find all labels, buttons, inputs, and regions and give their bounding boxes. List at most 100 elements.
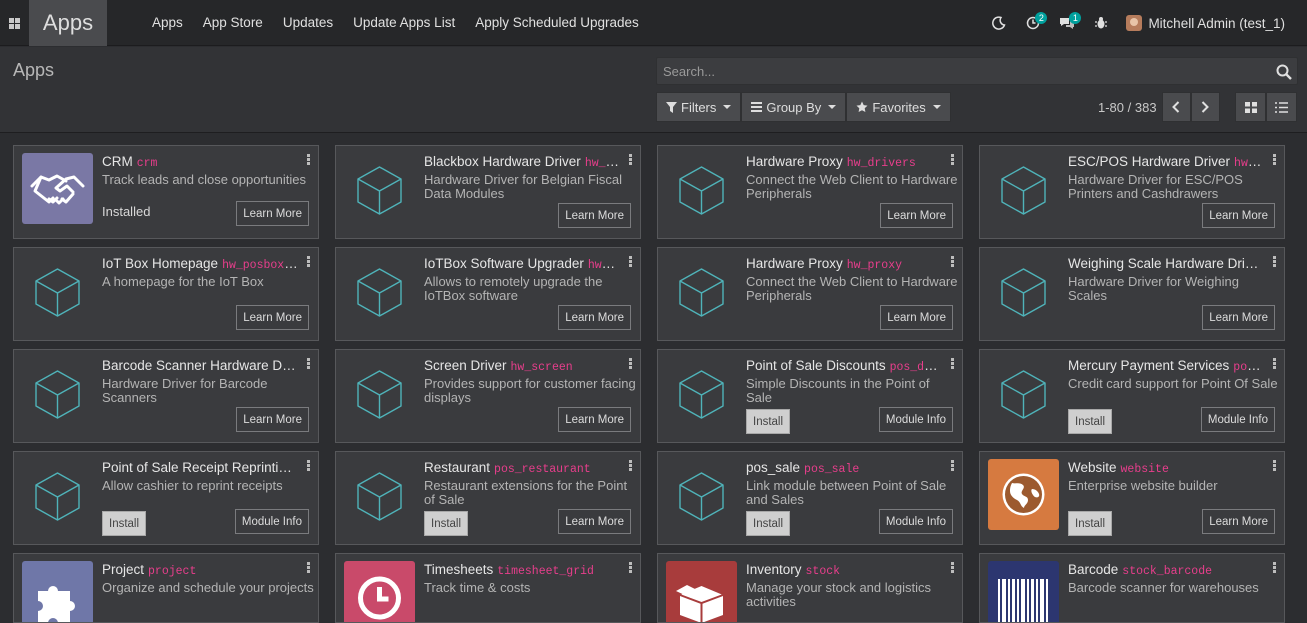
install-button[interactable]: Install bbox=[1068, 409, 1113, 434]
kebab-menu-icon[interactable] bbox=[629, 460, 632, 472]
app-card[interactable]: Point of Sale Discountspos_discount Simp… bbox=[657, 349, 963, 443]
menu-item-updates[interactable]: Updates bbox=[273, 0, 343, 46]
app-card[interactable]: Screen Driver hw_screen Provides support … bbox=[335, 349, 641, 443]
app-card[interactable]: CRM crm Track leads and close opportuniti… bbox=[13, 145, 319, 239]
app-card[interactable]: ESC/POS Hardware Driverhw_escpos Hardwar… bbox=[979, 145, 1285, 239]
pager-previous-button[interactable] bbox=[1161, 92, 1191, 122]
group-by-button[interactable]: Group By bbox=[741, 92, 847, 122]
learn-more-button[interactable]: Learn More bbox=[558, 203, 631, 228]
search-options: Filters Group By Favorites bbox=[656, 92, 951, 122]
kebab-menu-icon[interactable] bbox=[951, 358, 954, 370]
app-card[interactable]: pos_sale pos_sale Link module between Poi… bbox=[657, 451, 963, 545]
kebab-menu-icon[interactable] bbox=[1273, 460, 1276, 472]
app-card[interactable]: Hardware Proxy hw_proxy Connect the Web C… bbox=[657, 247, 963, 341]
app-card[interactable]: IoTBox Software Upgraderhw_posbox_upgrad… bbox=[335, 247, 641, 341]
app-name: CRM bbox=[102, 154, 133, 169]
learn-more-button[interactable]: Learn More bbox=[1202, 305, 1275, 330]
app-summary: Allows to remotely upgrade the IoTBox so… bbox=[424, 274, 603, 303]
module-info-button[interactable]: Module Info bbox=[1200, 407, 1275, 432]
app-card[interactable]: Timesheets timesheet_grid Track time & co… bbox=[335, 553, 641, 623]
chevron-left-icon bbox=[1172, 101, 1180, 113]
filters-button[interactable]: Filters bbox=[656, 92, 742, 122]
search-icon[interactable] bbox=[1276, 64, 1292, 80]
app-name: Barcode bbox=[1068, 562, 1119, 577]
kebab-menu-icon[interactable] bbox=[1273, 154, 1276, 166]
app-summary: Hardware Driver for Belgian Fiscal Data … bbox=[424, 172, 622, 201]
activity-menu[interactable]: 2 bbox=[1016, 0, 1050, 46]
favorites-button[interactable]: Favorites bbox=[846, 92, 951, 122]
module-info-button[interactable]: Module Info bbox=[878, 509, 953, 534]
learn-more-button[interactable]: Learn More bbox=[1202, 509, 1275, 534]
chevron-right-icon bbox=[1201, 101, 1209, 113]
list-view-button[interactable] bbox=[1266, 92, 1297, 122]
kebab-menu-icon[interactable] bbox=[1273, 256, 1276, 268]
home-menu-toggle[interactable] bbox=[0, 0, 28, 46]
kebab-menu-icon[interactable] bbox=[307, 358, 310, 370]
app-summary: Organize and schedule your projects bbox=[102, 580, 314, 595]
debug-menu[interactable] bbox=[1084, 0, 1118, 46]
kebab-menu-icon[interactable] bbox=[1273, 562, 1276, 574]
kebab-menu-icon[interactable] bbox=[629, 154, 632, 166]
install-button[interactable]: Install bbox=[1068, 511, 1113, 536]
app-title: ESC/POS Hardware Driverhw_escpos bbox=[1068, 154, 1264, 170]
kebab-menu-icon[interactable] bbox=[951, 460, 954, 472]
app-card[interactable]: Point of Sale Receipt Reprintingpos_repr… bbox=[13, 451, 319, 545]
menu-item-update-apps-list[interactable]: Update Apps List bbox=[343, 0, 465, 46]
kebab-menu-icon[interactable] bbox=[307, 154, 310, 166]
kebab-menu-icon[interactable] bbox=[951, 562, 954, 574]
kanban-grid-icon bbox=[1244, 101, 1257, 113]
kebab-menu-icon[interactable] bbox=[307, 562, 310, 574]
learn-more-button[interactable]: Learn More bbox=[1202, 203, 1275, 228]
kebab-menu-icon[interactable] bbox=[951, 154, 954, 166]
learn-more-button[interactable]: Learn More bbox=[236, 305, 309, 330]
menu-item-apply-scheduled-upgrades[interactable]: Apply Scheduled Upgrades bbox=[465, 0, 649, 46]
install-button[interactable]: Install bbox=[424, 511, 469, 536]
app-card[interactable]: Mercury Payment Servicespos_mercury Cred… bbox=[979, 349, 1285, 443]
kebab-menu-icon[interactable] bbox=[951, 256, 954, 268]
menu-item-apps[interactable]: Apps bbox=[142, 0, 193, 46]
app-title: Hardware Proxy hw_proxy bbox=[746, 256, 942, 272]
menu-item-app-store[interactable]: App Store bbox=[193, 0, 273, 46]
app-card[interactable]: Blackbox Hardware Driverhw_blackbox_be H… bbox=[335, 145, 641, 239]
kebab-menu-icon[interactable] bbox=[629, 358, 632, 370]
module-info-button[interactable]: Module Info bbox=[234, 509, 309, 534]
learn-more-button[interactable]: Learn More bbox=[236, 201, 309, 226]
search-input[interactable] bbox=[657, 58, 1297, 84]
app-card[interactable]: Hardware Proxy hw_drivers Connect the Web… bbox=[657, 145, 963, 239]
app-name: IoT Box Homepage bbox=[102, 256, 219, 271]
app-card[interactable]: IoT Box Homepagehw_posbox_homepage A hom… bbox=[13, 247, 319, 341]
install-button[interactable]: Install bbox=[102, 511, 147, 536]
kebab-menu-icon[interactable] bbox=[1273, 358, 1276, 370]
barcode-icon bbox=[988, 561, 1059, 622]
kebab-menu-icon[interactable] bbox=[629, 256, 632, 268]
app-card[interactable]: Weighing Scale Hardware Driverhw_scale H… bbox=[979, 247, 1285, 341]
pager-next-button[interactable] bbox=[1190, 92, 1220, 122]
dark-mode-toggle[interactable] bbox=[982, 0, 1016, 46]
install-button[interactable]: Install bbox=[746, 511, 791, 536]
learn-more-button[interactable]: Learn More bbox=[558, 407, 631, 432]
module-info-button[interactable]: Module Info bbox=[878, 407, 953, 432]
learn-more-button[interactable]: Learn More bbox=[880, 305, 953, 330]
pager-value[interactable]: 1-80 / 383 bbox=[1098, 100, 1157, 115]
app-card[interactable]: Website website Enterprise website builde… bbox=[979, 451, 1285, 545]
user-menu[interactable]: Mitchell Admin (test_1) bbox=[1118, 15, 1307, 31]
learn-more-button[interactable]: Learn More bbox=[236, 407, 309, 432]
discuss-menu[interactable]: 1 bbox=[1050, 0, 1084, 46]
module-cube-icon bbox=[666, 153, 737, 224]
kebab-menu-icon[interactable] bbox=[629, 562, 632, 574]
learn-more-button[interactable]: Learn More bbox=[558, 509, 631, 534]
learn-more-button[interactable]: Learn More bbox=[880, 203, 953, 228]
app-card[interactable]: Restaurant pos_restaurant Restaurant exte… bbox=[335, 451, 641, 545]
learn-more-button[interactable]: Learn More bbox=[558, 305, 631, 330]
kanban-view-button[interactable] bbox=[1235, 92, 1266, 122]
app-card[interactable]: Barcode Scanner Hardware Driverhw_scanne… bbox=[13, 349, 319, 443]
app-card[interactable]: Project project Organize and schedule you… bbox=[13, 553, 319, 623]
app-name: Blackbox Hardware Driver bbox=[424, 154, 581, 169]
app-card[interactable]: Barcode stock_barcode Barcode scanner for… bbox=[979, 553, 1285, 623]
kebab-menu-icon[interactable] bbox=[307, 256, 310, 268]
app-card[interactable]: Inventory stock Manage your stock and log… bbox=[657, 553, 963, 623]
module-cube-icon bbox=[22, 459, 93, 530]
app-brand[interactable]: Apps bbox=[29, 0, 107, 46]
kebab-menu-icon[interactable] bbox=[307, 460, 310, 472]
install-button[interactable]: Install bbox=[746, 409, 791, 434]
